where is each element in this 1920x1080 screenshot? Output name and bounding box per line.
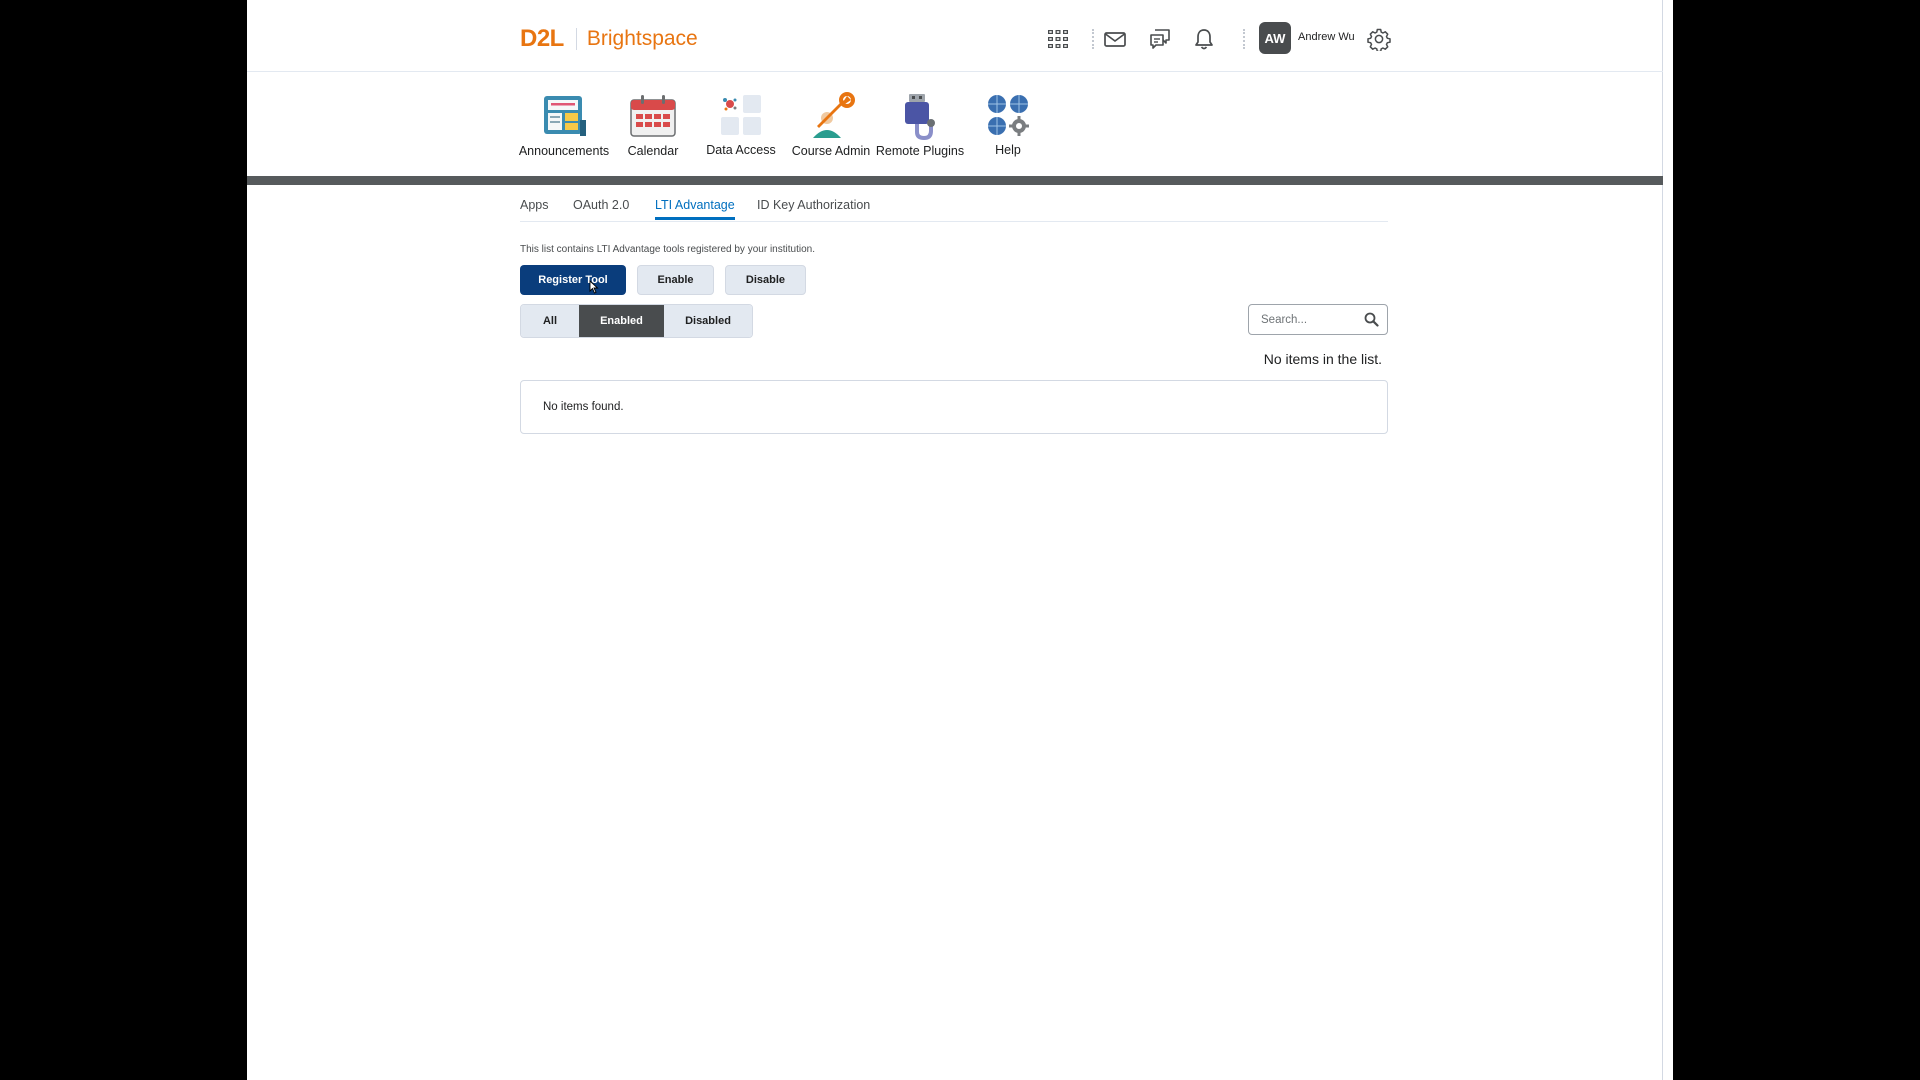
nav-label-help: Help xyxy=(995,143,1021,157)
filter-all[interactable]: All xyxy=(521,305,579,337)
search-box xyxy=(1248,304,1388,335)
nav-help[interactable]: Help xyxy=(953,91,1063,157)
mouse-cursor-icon xyxy=(589,279,599,299)
tab-list: Apps OAuth 2.0 LTI Advantage ID Key Auth… xyxy=(520,185,1388,222)
header-divider-2 xyxy=(1243,29,1245,49)
search-input[interactable] xyxy=(1259,312,1363,327)
logo-divider xyxy=(575,28,577,50)
data-access-icon xyxy=(721,95,761,135)
help-icon xyxy=(988,95,1029,136)
remote-plugins-icon xyxy=(905,94,935,140)
empty-message: No items found. xyxy=(543,401,624,413)
brightspace-logo[interactable]: D2L Brightspace xyxy=(520,25,698,53)
tab-apps[interactable]: Apps xyxy=(520,198,549,220)
enable-button[interactable]: Enable xyxy=(637,265,714,295)
tool-list: No items found. xyxy=(520,380,1388,434)
navbar-divider xyxy=(247,176,1663,185)
chat-icon[interactable] xyxy=(1146,25,1174,53)
search-icon[interactable] xyxy=(1364,312,1379,332)
tab-id-key-authorization[interactable]: ID Key Authorization xyxy=(757,198,870,220)
user-name[interactable]: Andrew Wu xyxy=(1298,31,1355,43)
page: D2L Brightspace AW Andrew Wu Announcemen… xyxy=(247,0,1673,1080)
course-admin-icon xyxy=(813,92,855,138)
register-tool-button[interactable]: Register Tool xyxy=(520,265,626,295)
logo-d2l: D2L xyxy=(520,25,564,52)
tab-lti-advantage[interactable]: LTI Advantage xyxy=(655,198,735,220)
tab-oauth[interactable]: OAuth 2.0 xyxy=(573,198,629,220)
bell-icon[interactable] xyxy=(1190,25,1218,53)
page-description: This list contains LTI Advantage tools r… xyxy=(520,244,815,255)
waffle-icon[interactable] xyxy=(1044,25,1072,53)
avatar[interactable]: AW xyxy=(1259,22,1291,54)
gear-icon[interactable] xyxy=(1365,25,1393,53)
filter-enabled[interactable]: Enabled xyxy=(579,305,664,337)
announcements-icon xyxy=(544,96,586,136)
list-status: No items in the list. xyxy=(1263,351,1382,367)
disable-button[interactable]: Disable xyxy=(725,265,806,295)
header: D2L Brightspace AW Andrew Wu xyxy=(247,0,1663,72)
mail-icon[interactable] xyxy=(1101,25,1129,53)
navbar: Announcements Calendar Data Access Cours… xyxy=(247,72,1663,176)
status-filter: All Enabled Disabled xyxy=(520,304,753,338)
logo-product: Brightspace xyxy=(586,27,698,50)
calendar-icon xyxy=(630,95,676,137)
header-divider xyxy=(1092,29,1094,49)
filter-disabled[interactable]: Disabled xyxy=(664,305,752,337)
